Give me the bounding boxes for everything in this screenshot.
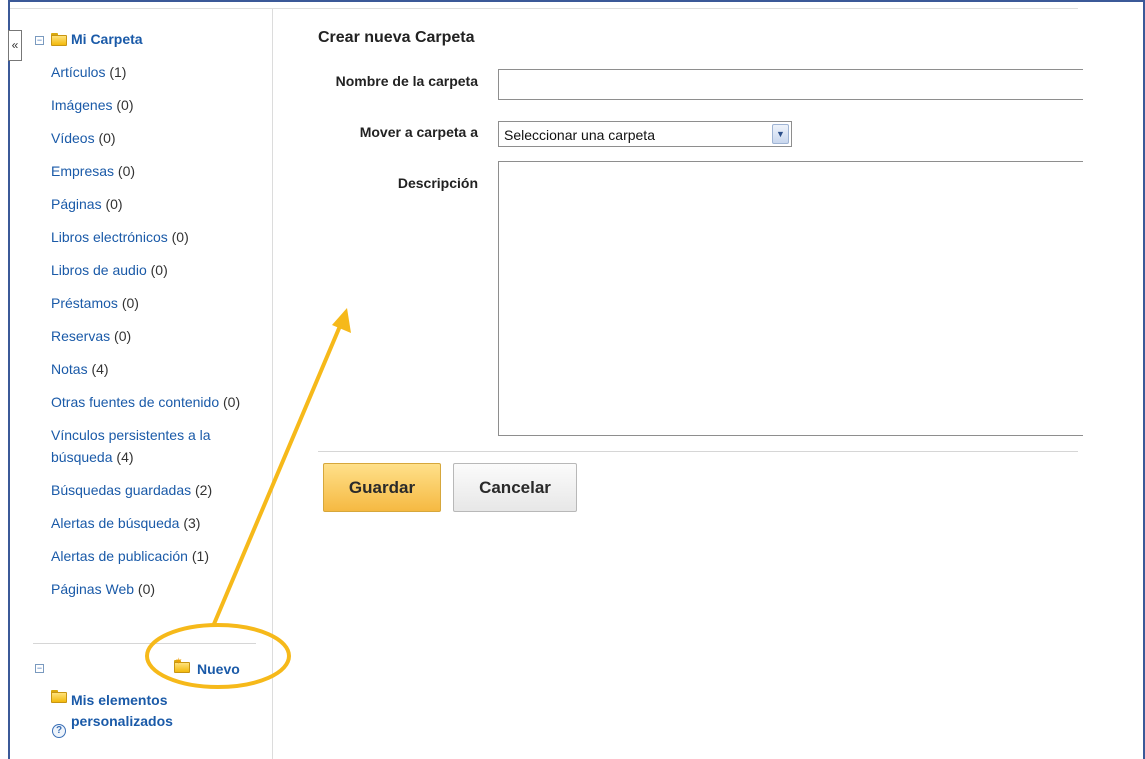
- sidebar-item-count: (0): [137, 581, 156, 597]
- sidebar-item[interactable]: Notas (4): [51, 358, 266, 380]
- sidebar-item-label[interactable]: Imágenes: [51, 97, 112, 113]
- sidebar-item-label[interactable]: Préstamos: [51, 295, 118, 311]
- sidebar-item-label[interactable]: Otras fuentes de contenido: [51, 394, 219, 410]
- sidebar-item-count: (0): [121, 295, 139, 311]
- sidebar-item[interactable]: Vínculos persistentes a la búsqueda (4): [51, 424, 266, 468]
- sidebar-item[interactable]: Artículos (1): [51, 61, 266, 83]
- folder-icon: [51, 690, 67, 704]
- sidebar-item[interactable]: Vídeos (0): [51, 127, 266, 149]
- sidebar-item-label[interactable]: Alertas de publicación: [51, 548, 188, 564]
- sidebar-item-label[interactable]: Artículos: [51, 64, 105, 80]
- sidebar-item-count: (0): [171, 229, 189, 245]
- folder-nav-list: Artículos (1) Imágenes (0) Vídeos (0) Empre…: [51, 61, 266, 611]
- sidebar-item-count: (1): [191, 548, 209, 564]
- mi-carpeta-link[interactable]: Mi Carpeta: [71, 31, 143, 47]
- description-textarea[interactable]: [498, 161, 1083, 436]
- save-button[interactable]: Guardar: [323, 463, 441, 512]
- sidebar-item-label[interactable]: Vídeos: [51, 130, 95, 146]
- sidebar-item[interactable]: Alertas de búsqueda (3): [51, 512, 266, 534]
- sidebar-item-label[interactable]: Páginas: [51, 196, 102, 212]
- tree-collapse-toggle-icon[interactable]: −: [35, 36, 44, 45]
- sidebar-item[interactable]: Imágenes (0): [51, 94, 266, 116]
- form-divider: [318, 451, 1078, 452]
- sidebar-item[interactable]: Alertas de publicación (1): [51, 545, 266, 567]
- sidebar-item-label[interactable]: Búsquedas guardadas: [51, 482, 191, 498]
- sidebar-item-count: (0): [223, 394, 241, 410]
- chevron-down-icon[interactable]: ▼: [772, 124, 789, 144]
- folder-name-label: Nombre de la carpeta: [335, 73, 478, 89]
- new-folder-link[interactable]: Nuevo: [197, 661, 240, 677]
- sidebar-item-count: (1): [109, 64, 127, 80]
- sidebar-item-count: (4): [116, 449, 134, 465]
- sidebar-item-label[interactable]: Notas: [51, 361, 88, 377]
- move-folder-label: Mover a carpeta a: [359, 124, 478, 140]
- help-icon[interactable]: ?: [52, 724, 66, 738]
- sidebar-item-count: (0): [114, 328, 132, 344]
- sidebar-item-count: (0): [150, 262, 168, 278]
- frame-top-border: [8, 0, 1145, 2]
- my-custom-items-link[interactable]: Mis elementos personalizados: [71, 690, 221, 732]
- sidebar-item[interactable]: Páginas Web (0): [51, 578, 266, 600]
- folder-icon: [51, 33, 67, 47]
- new-folder-icon[interactable]: ✶: [174, 657, 192, 674]
- sidebar-item-count: (0): [98, 130, 116, 146]
- sidebar-item-label[interactable]: Libros de audio: [51, 262, 147, 278]
- tree-collapse-toggle-icon[interactable]: −: [35, 664, 44, 673]
- sidebar-item[interactable]: Empresas (0): [51, 160, 266, 182]
- page-title: Crear nueva Carpeta: [318, 29, 475, 46]
- sidebar-item[interactable]: Libros electrónicos (0): [51, 226, 266, 248]
- collapse-sidebar-button[interactable]: «: [8, 30, 22, 61]
- sidebar-item-label[interactable]: Páginas Web: [51, 581, 134, 597]
- folder-name-input[interactable]: [498, 69, 1083, 100]
- cancel-button[interactable]: Cancelar: [453, 463, 577, 512]
- sidebar-item-label[interactable]: Empresas: [51, 163, 114, 179]
- sidebar-item-count: (0): [117, 163, 136, 179]
- sidebar-item-label[interactable]: Reservas: [51, 328, 110, 344]
- sidebar-item-count: (2): [195, 482, 213, 498]
- sidebar-item-count: (3): [183, 515, 201, 531]
- move-folder-selected-value: Seleccionar una carpeta: [504, 127, 655, 143]
- annotation-arrow-head: [332, 308, 351, 333]
- sidebar-item[interactable]: Búsquedas guardadas (2): [51, 479, 266, 501]
- sidebar-item-count: (0): [116, 97, 134, 113]
- sidebar-item-label[interactable]: Libros electrónicos: [51, 229, 168, 245]
- move-folder-select[interactable]: Seleccionar una carpeta ▼: [498, 121, 792, 147]
- sidebar-item-count: (4): [91, 361, 109, 377]
- sidebar-item-count: (0): [105, 196, 123, 212]
- sidebar-item[interactable]: Libros de audio (0): [51, 259, 266, 281]
- sidebar-item[interactable]: Otras fuentes de contenido (0): [51, 391, 266, 413]
- sidebar-item-label[interactable]: Alertas de búsqueda: [51, 515, 179, 531]
- description-label: Descripción: [397, 175, 478, 191]
- sidebar-divider: [33, 643, 256, 644]
- sidebar-item[interactable]: Préstamos (0): [51, 292, 266, 314]
- sidebar-item[interactable]: Reservas (0): [51, 325, 266, 347]
- sidebar-item[interactable]: Páginas (0): [51, 193, 266, 215]
